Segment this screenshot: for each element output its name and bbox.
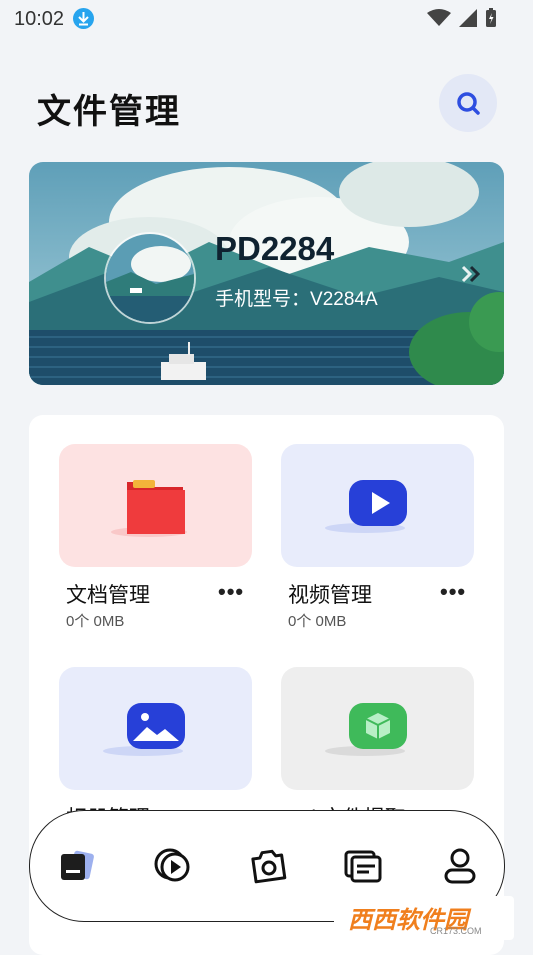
signal-icon: [459, 9, 477, 27]
apk-tile[interactable]: [281, 667, 474, 790]
media-play-icon: [154, 848, 190, 882]
device-model-value: V2284A: [310, 289, 378, 310]
messages-icon: [344, 850, 382, 883]
battery-icon: [486, 8, 496, 27]
videos-tile[interactable]: [281, 444, 474, 567]
profile-icon: [444, 848, 476, 884]
watermark-sub: CR173.COM: [430, 926, 482, 936]
search-button[interactable]: [439, 74, 497, 132]
device-banner[interactable]: PD2284 手机型号：V2284A: [29, 162, 504, 385]
chevron-right-icon: [461, 265, 481, 283]
device-model-label: 手机型号：: [215, 289, 311, 310]
documents-label: 文档管理: [66, 584, 150, 607]
messages-tab[interactable]: [343, 846, 383, 886]
videos-more-button[interactable]: •••: [440, 579, 466, 605]
folder-icon: [111, 480, 187, 537]
device-thumbnail: [104, 232, 196, 324]
cube-icon: [325, 703, 407, 756]
camera-tab[interactable]: [248, 846, 288, 886]
video-icon: [325, 480, 407, 533]
system-icons: [427, 8, 497, 28]
photo-icon: [103, 703, 185, 756]
videos-label: 视频管理: [288, 584, 372, 607]
watermark: 西西软件园 CR173.COM: [334, 896, 514, 940]
wifi-icon: [427, 9, 451, 26]
device-name: PD2284: [215, 230, 335, 267]
files-icon: [61, 850, 94, 880]
files-tab[interactable]: [58, 846, 98, 886]
documents-info: 0个 0MB: [66, 613, 125, 630]
page-title: 文件管理: [37, 93, 181, 131]
documents-more-button[interactable]: •••: [218, 579, 244, 605]
status-time: 10:02: [14, 8, 65, 30]
documents-tile[interactable]: [59, 444, 252, 567]
search-icon: [457, 92, 480, 115]
photos-tile[interactable]: [59, 667, 252, 790]
videos-info: 0个 0MB: [288, 613, 347, 630]
status-bar: 10:02: [0, 0, 533, 36]
banner-landscape: [29, 162, 504, 385]
media-tab[interactable]: [153, 846, 193, 886]
camera-icon: [251, 849, 287, 884]
profile-tab[interactable]: [440, 846, 480, 886]
download-icon: [73, 8, 94, 29]
device-model: 手机型号：V2284A: [215, 284, 378, 311]
